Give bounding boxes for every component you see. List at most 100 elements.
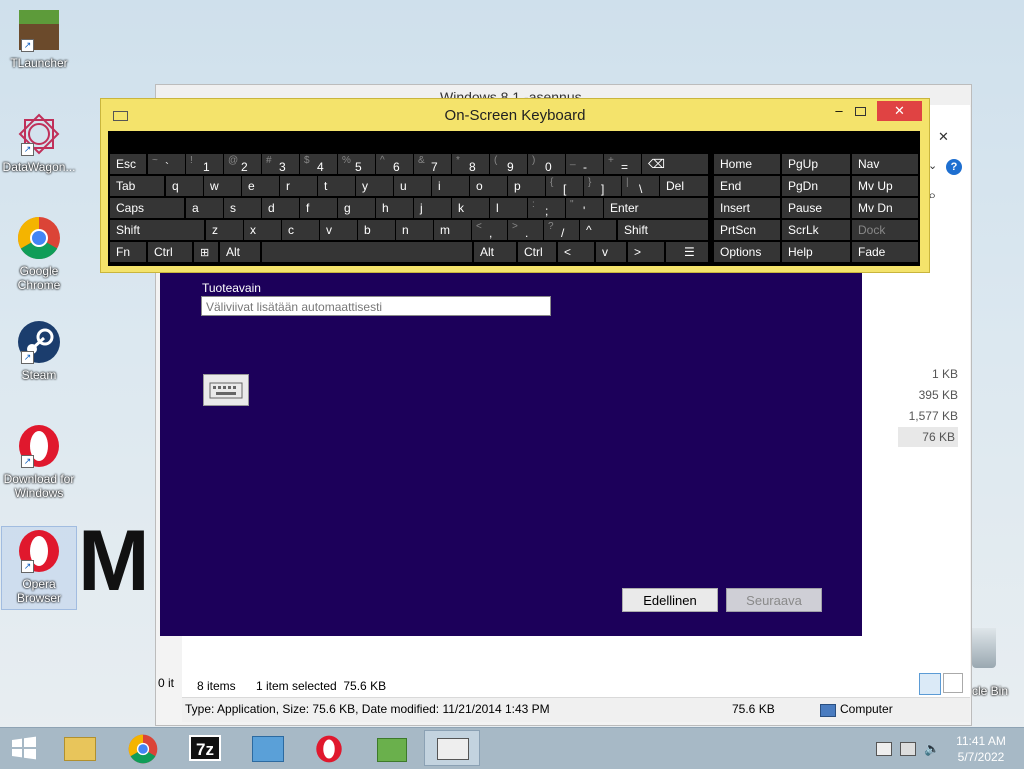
key-letter[interactable]: f bbox=[300, 198, 337, 218]
action-center-icon[interactable] bbox=[900, 742, 916, 756]
key-mvdn[interactable]: Mv Dn bbox=[852, 198, 918, 218]
key-letter[interactable]: k bbox=[452, 198, 489, 218]
taskbar-file-explorer[interactable] bbox=[52, 730, 108, 766]
desktop-icon-chrome[interactable]: Google Chrome bbox=[2, 210, 76, 292]
key-letter[interactable]: c bbox=[282, 220, 319, 240]
key-end[interactable]: End bbox=[714, 176, 780, 196]
key-options[interactable]: Options bbox=[714, 242, 780, 262]
help-icon[interactable]: ? bbox=[946, 159, 962, 175]
key-caps[interactable]: Caps bbox=[110, 198, 184, 218]
key-punct[interactable]: :; bbox=[528, 198, 565, 218]
key-digit[interactable]: #3 bbox=[262, 154, 299, 174]
key-punct[interactable]: {[ bbox=[546, 176, 583, 196]
key-space[interactable] bbox=[262, 242, 472, 262]
key-ctrl-right[interactable]: Ctrl bbox=[518, 242, 556, 262]
key-shift-left[interactable]: Shift bbox=[110, 220, 204, 240]
back-button[interactable]: Edellinen bbox=[622, 588, 718, 612]
key-arrow-up[interactable]: ^ bbox=[580, 220, 616, 240]
key-letter[interactable]: b bbox=[358, 220, 395, 240]
key-tab[interactable]: Tab bbox=[110, 176, 164, 196]
key-letter[interactable]: q bbox=[166, 176, 203, 196]
desktop-icon-steam[interactable]: ↗ Steam bbox=[2, 314, 76, 382]
key-letter[interactable]: z bbox=[206, 220, 243, 240]
key-letter[interactable]: w bbox=[204, 176, 241, 196]
close-button[interactable]: ✕ bbox=[877, 101, 922, 121]
key-digit[interactable]: % 5 bbox=[338, 154, 375, 174]
key-punct[interactable]: " ' bbox=[566, 198, 603, 218]
key-ctrl-left[interactable]: Ctrl bbox=[148, 242, 192, 262]
key-letter[interactable]: x bbox=[244, 220, 281, 240]
key-pgup[interactable]: PgUp bbox=[782, 154, 850, 174]
key-letter[interactable]: g bbox=[338, 198, 375, 218]
key-home[interactable]: Home bbox=[714, 154, 780, 174]
recycle-bin-icon[interactable] bbox=[972, 628, 996, 668]
key-arrow-right[interactable]: > bbox=[628, 242, 664, 262]
windows-setup-window[interactable]: Tuoteavain Väliviivat lisätään automaatt… bbox=[160, 250, 862, 636]
key-letter[interactable]: m bbox=[434, 220, 471, 240]
key-letter[interactable]: o bbox=[470, 176, 507, 196]
key-backspace[interactable]: ⌫ bbox=[642, 154, 708, 174]
key-letter[interactable]: r bbox=[280, 176, 317, 196]
key-alt-left[interactable]: Alt bbox=[220, 242, 260, 262]
desktop-icon-datawagon[interactable]: ↗ DataWagon... bbox=[2, 106, 76, 174]
key-digit[interactable]: @2 bbox=[224, 154, 261, 174]
next-button[interactable]: Seuraava bbox=[726, 588, 822, 612]
product-key-input[interactable]: Väliviivat lisätään automaattisesti bbox=[201, 296, 551, 316]
desktop-icon-tlauncher[interactable]: ↗ TLauncher bbox=[2, 2, 76, 70]
desktop-icon-opera-browser[interactable]: ↗ Opera Browser bbox=[1, 526, 77, 610]
key-mvup[interactable]: Mv Up bbox=[852, 176, 918, 196]
key-windows[interactable]: ⊞ bbox=[194, 242, 218, 262]
taskbar-on-screen-keyboard[interactable] bbox=[424, 730, 480, 766]
key-digit[interactable]: & 7 bbox=[414, 154, 451, 174]
key-letter[interactable]: s bbox=[224, 198, 261, 218]
maximize-button[interactable] bbox=[855, 107, 866, 116]
key-punct[interactable]: }] bbox=[584, 176, 621, 196]
key-navk[interactable]: Nav bbox=[852, 154, 918, 174]
key-fade[interactable]: Fade bbox=[852, 242, 918, 262]
key-digit[interactable]: + = bbox=[604, 154, 641, 174]
key-letter[interactable]: a bbox=[186, 198, 223, 218]
desktop-icon-opera-download[interactable]: ↗ Download for Windows bbox=[2, 418, 76, 500]
key-punct[interactable]: ? / bbox=[544, 220, 579, 240]
key-letter[interactable]: t bbox=[318, 176, 355, 196]
key-letter[interactable]: v bbox=[320, 220, 357, 240]
key-dock[interactable]: Dock bbox=[852, 220, 918, 240]
key-scrlk[interactable]: ScrLk bbox=[782, 220, 850, 240]
key-punct[interactable]: <, bbox=[472, 220, 507, 240]
key-letter[interactable]: d bbox=[262, 198, 299, 218]
key-digit[interactable]: _ - bbox=[566, 154, 603, 174]
key-fn[interactable]: Fn bbox=[110, 242, 146, 262]
key-letter[interactable]: u bbox=[394, 176, 431, 196]
clock-date[interactable]: 5/7/2022 bbox=[955, 750, 1007, 764]
key-digit[interactable]: $4 bbox=[300, 154, 337, 174]
key-letter[interactable]: l bbox=[490, 198, 527, 218]
key-punct[interactable]: | \ bbox=[622, 176, 659, 196]
key-arrow-left[interactable]: < bbox=[558, 242, 594, 262]
key-letter[interactable]: j bbox=[414, 198, 451, 218]
key-digit[interactable]: * 8 bbox=[452, 154, 489, 174]
network-icon[interactable] bbox=[876, 742, 892, 756]
key-letter[interactable]: h bbox=[376, 198, 413, 218]
key-letter[interactable]: y bbox=[356, 176, 393, 196]
taskbar-setup[interactable] bbox=[364, 730, 420, 766]
large-icons-view-button[interactable] bbox=[943, 673, 963, 693]
start-button[interactable] bbox=[0, 730, 48, 766]
key-letter[interactable]: n bbox=[396, 220, 433, 240]
taskbar-7zip[interactable]: 7z bbox=[178, 730, 234, 766]
details-view-button[interactable] bbox=[919, 673, 941, 695]
key-insert[interactable]: Insert bbox=[714, 198, 780, 218]
key-digit[interactable]: (9 bbox=[490, 154, 527, 174]
minimize-button[interactable]: – bbox=[829, 103, 849, 118]
on-screen-keyboard-window[interactable]: On-Screen Keyboard – ✕ Esc ~ `! 1 @2 #3 $4% 5 ^ 6… bbox=[100, 98, 930, 273]
key-digit[interactable]: ~ ` bbox=[148, 154, 185, 174]
key-del[interactable]: Del bbox=[660, 176, 708, 196]
keyboard-icon[interactable] bbox=[203, 374, 249, 406]
key-alt-right[interactable]: Alt bbox=[474, 242, 516, 262]
key-digit[interactable]: ! 1 bbox=[186, 154, 223, 174]
key-help[interactable]: Help bbox=[782, 242, 850, 262]
key-menu[interactable]: ☰ bbox=[666, 242, 708, 262]
taskbar-control-panel[interactable] bbox=[240, 730, 296, 766]
key-esc[interactable]: Esc bbox=[110, 154, 146, 174]
key-digit[interactable]: ^ 6 bbox=[376, 154, 413, 174]
taskbar-opera[interactable] bbox=[302, 730, 358, 766]
